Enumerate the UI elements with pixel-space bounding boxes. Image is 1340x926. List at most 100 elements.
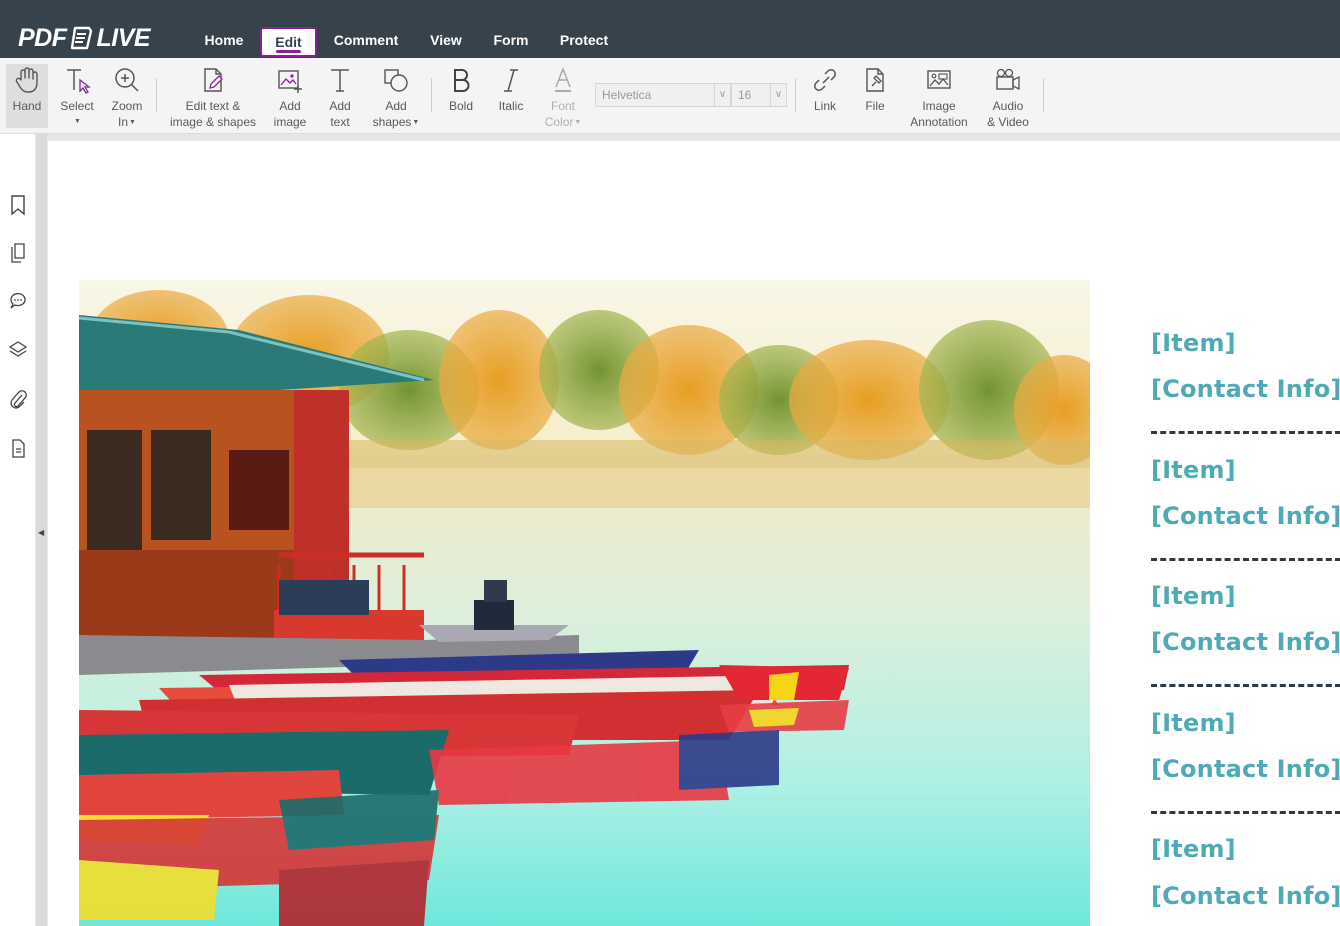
font-color-label-1: Font xyxy=(550,99,575,113)
dashed-divider xyxy=(1151,431,1340,434)
audio-video-button[interactable]: Audio & Video xyxy=(982,64,1034,129)
document-viewer[interactable]: [Item] [Contact Info] [Item] [Contact In… xyxy=(47,134,1340,926)
layers-icon[interactable] xyxy=(8,339,28,361)
logo-text-right: LIVE xyxy=(96,23,151,52)
collapse-arrow-icon: ◀ xyxy=(38,528,45,537)
menu-protect[interactable]: Protect xyxy=(550,27,618,57)
edit-text-label-2: image & shapes xyxy=(169,115,257,129)
item-text[interactable]: [Item] xyxy=(1151,709,1340,737)
link-button[interactable]: Link xyxy=(804,64,846,128)
select-tool-button[interactable]: Select ▼ xyxy=(56,64,98,128)
add-image-button[interactable]: Add image xyxy=(268,64,312,129)
bold-label: Bold xyxy=(448,99,474,113)
contact-info-text[interactable]: [Contact Info] xyxy=(1151,375,1340,403)
left-sidebar xyxy=(0,134,36,926)
zoom-dropdown-caret[interactable]: ▼ xyxy=(129,119,136,126)
select-dropdown-caret[interactable]: ▼ xyxy=(57,114,98,130)
image-annotation-label-1: Image xyxy=(922,99,956,113)
contact-info-text[interactable]: [Contact Info] xyxy=(1151,882,1340,910)
add-text-label-1: Add xyxy=(329,99,351,113)
menu-edit[interactable]: Edit xyxy=(260,27,317,57)
toolbar-separator xyxy=(156,78,157,112)
image-annotation-label-2: Annotation xyxy=(910,115,968,129)
link-label: Link xyxy=(813,99,836,113)
toolbar-separator xyxy=(1043,78,1044,112)
hand-tool-button[interactable]: Hand xyxy=(6,64,48,128)
italic-icon xyxy=(490,66,532,98)
font-family-select[interactable]: Helvetica ∨ xyxy=(595,83,731,107)
comments-icon[interactable] xyxy=(8,290,28,312)
chevron-down-icon: ∨ xyxy=(770,84,786,106)
pdf-page[interactable]: [Item] [Contact Info] [Item] [Contact In… xyxy=(48,141,1340,926)
zoom-in-text: In xyxy=(118,115,129,129)
pages-icon[interactable] xyxy=(8,242,28,264)
file-button[interactable]: File xyxy=(854,64,896,128)
menu-edit-label: Edit xyxy=(275,34,302,50)
chevron-down-icon: ∨ xyxy=(714,84,730,106)
edit-document-icon xyxy=(166,66,260,98)
bold-button[interactable]: Bold xyxy=(440,64,482,128)
item-text[interactable]: [Item] xyxy=(1151,582,1340,610)
add-image-label-2: image xyxy=(273,115,307,129)
add-text-icon xyxy=(318,66,362,98)
font-color-label-2: Color xyxy=(544,115,574,129)
add-shapes-label-1: Add xyxy=(385,99,407,113)
menu-home[interactable]: Home xyxy=(190,27,258,57)
edit-text-image-shapes-button[interactable]: Edit text & image & shapes xyxy=(166,64,260,129)
item-text[interactable]: [Item] xyxy=(1151,456,1340,484)
dashed-divider xyxy=(1151,684,1340,687)
audio-video-label-1: Audio xyxy=(992,99,1024,113)
zoom-in-button[interactable]: Zoom In▼ xyxy=(105,64,149,131)
link-icon xyxy=(804,66,846,98)
dashed-divider xyxy=(1151,811,1340,814)
add-text-label-2: text xyxy=(330,115,350,129)
menu-form[interactable]: Form xyxy=(484,27,538,57)
lake-canoes-photo[interactable] xyxy=(79,280,1090,926)
add-shapes-dropdown-caret[interactable]: ▼ xyxy=(412,119,419,126)
menu-edit-underline xyxy=(276,50,301,53)
add-text-button[interactable]: Add text xyxy=(318,64,362,129)
font-color-label-2-wrap: Color▼ xyxy=(540,114,586,131)
item-text[interactable]: [Item] xyxy=(1151,835,1340,863)
font-size-value: 16 xyxy=(738,88,752,102)
video-camera-icon xyxy=(982,66,1034,98)
add-image-label-1: Add xyxy=(279,99,301,113)
file-pin-icon xyxy=(854,66,896,98)
zoom-in-icon xyxy=(105,66,149,98)
menu-view[interactable]: View xyxy=(420,27,472,57)
zoom-label: Zoom xyxy=(111,99,143,113)
font-color-icon xyxy=(540,66,586,98)
contact-info-text[interactable]: [Contact Info] xyxy=(1151,755,1340,783)
contact-info-text[interactable]: [Contact Info] xyxy=(1151,628,1340,656)
italic-button[interactable]: Italic xyxy=(490,64,532,128)
font-size-select[interactable]: 16 ∨ xyxy=(731,83,787,107)
select-label: Select xyxy=(60,99,94,113)
logo-doc-icon xyxy=(70,26,92,50)
add-shapes-button[interactable]: Add shapes▼ xyxy=(368,64,424,129)
dashed-divider xyxy=(1151,558,1340,561)
logo-text-left: PDF xyxy=(18,23,67,52)
edit-toolbar: Hand Select ▼ Zoom In▼ Edit text & image… xyxy=(0,58,1340,134)
menu-comment[interactable]: Comment xyxy=(324,27,408,57)
contact-info-text[interactable]: [Contact Info] xyxy=(1151,502,1340,530)
hand-icon xyxy=(6,66,48,98)
add-shapes-icon xyxy=(368,66,424,98)
font-family-value: Helvetica xyxy=(602,88,652,102)
font-color-button[interactable]: Font Color▼ xyxy=(540,64,586,131)
sidebar-collapse-handle[interactable]: ◀ xyxy=(36,134,47,926)
form-fields-icon[interactable] xyxy=(8,437,28,459)
bookmark-icon[interactable] xyxy=(8,194,28,216)
file-label: File xyxy=(865,99,885,113)
image-annotation-icon xyxy=(904,66,974,98)
italic-label: Italic xyxy=(498,99,524,113)
bold-icon xyxy=(440,66,482,98)
zoom-in-label: In▼ xyxy=(105,114,149,131)
attachment-icon[interactable] xyxy=(8,388,28,410)
top-bar: PDF LIVE Home Edit Comment View Form Pro… xyxy=(0,0,1340,58)
font-color-dropdown-caret[interactable]: ▼ xyxy=(574,119,581,126)
item-text[interactable]: [Item] xyxy=(1151,329,1340,357)
app-logo[interactable]: PDF LIVE xyxy=(18,23,151,53)
image-annotation-button[interactable]: Image Annotation xyxy=(904,64,974,129)
add-shapes-label-2: shapes xyxy=(372,115,412,129)
add-image-icon xyxy=(268,66,312,98)
